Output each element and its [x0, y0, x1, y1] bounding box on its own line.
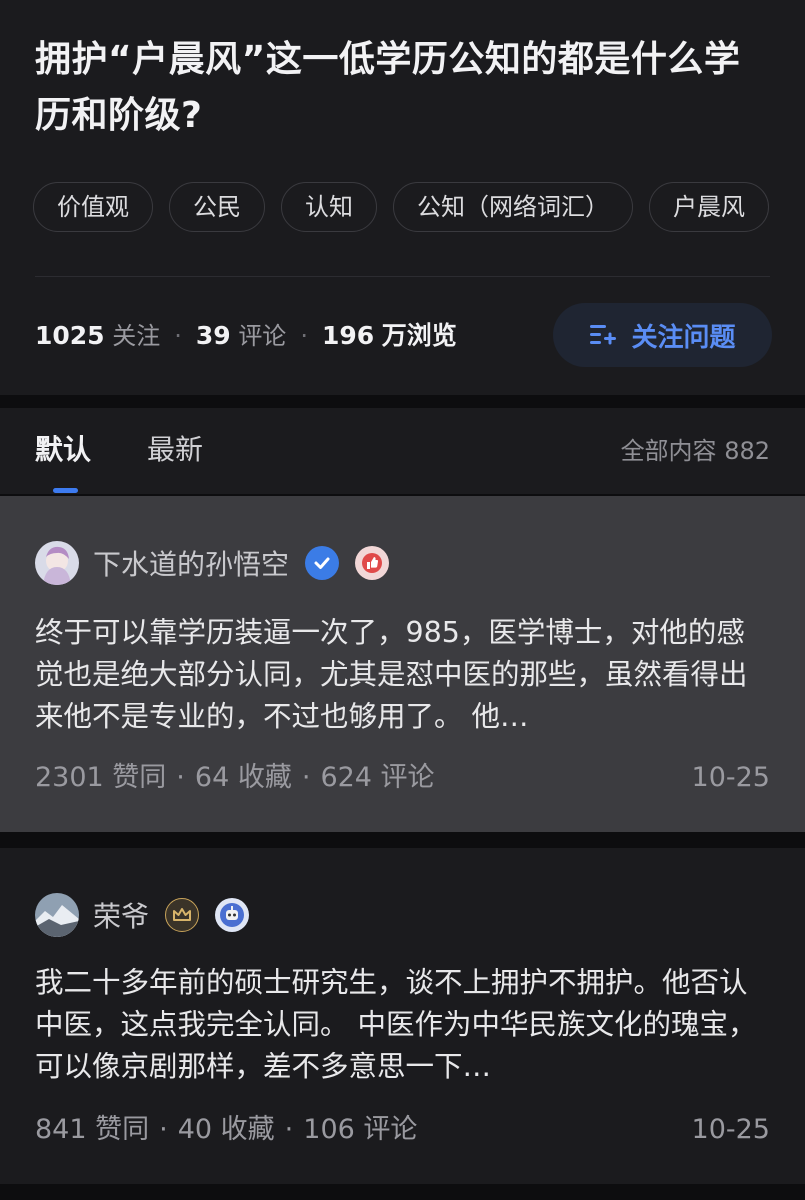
upvote-count: 841 赞同 [35, 1114, 150, 1145]
thumb-up-badge-icon [355, 546, 390, 580]
divider [35, 276, 770, 277]
answer-author[interactable]: 下水道的孙悟空 [35, 540, 390, 586]
topic-tag[interactable]: 公民 [169, 182, 265, 232]
author-name[interactable]: 荣爷 [93, 895, 149, 935]
separator-dot: · [174, 322, 182, 350]
answer-card[interactable]: 荣爷 我二十多年前的硕士研究生，谈不上拥护不拥护。他否认中医，这点我完全认同。 … [0, 848, 805, 1184]
topic-tag[interactable]: 户晨风 [649, 182, 769, 232]
robot-badge-icon [215, 898, 250, 932]
answer-date: 10-25 [691, 762, 770, 793]
topic-tag[interactable]: 价值观 [33, 182, 153, 232]
separator-dot: · [284, 1114, 294, 1145]
all-content-count: 全部内容 882 [620, 437, 770, 465]
followers-label: 关注 [112, 322, 161, 350]
views-count: 196 [321, 321, 375, 350]
separator-dot: · [159, 1114, 168, 1145]
views-label: 万浏览 [381, 321, 457, 350]
question-title[interactable]: 拥护“户晨风”这一低学历公知的都是什么学历和阶级? [35, 32, 770, 144]
active-tab-indicator [53, 488, 78, 493]
question-header: 拥护“户晨风”这一低学历公知的都是什么学历和阶级? 价值观 公民 认知 公知（网络词汇… [0, 0, 805, 395]
avatar[interactable] [35, 541, 79, 585]
favorite-count: 40 收藏 [177, 1114, 275, 1145]
topic-tags: 价值观 公民 认知 公知（网络词汇） 户晨风 [33, 182, 805, 234]
comments-label[interactable]: 评论 [238, 322, 286, 350]
follow-question-button[interactable]: 关注问题 [553, 303, 772, 367]
comments-count: 39 [195, 321, 231, 350]
answer-meta: 841 赞同 · 40 收藏 · 106 评论 [35, 1110, 417, 1150]
crown-badge-icon [165, 898, 200, 932]
topic-tag[interactable]: 认知 [281, 182, 377, 232]
answer-meta: 2301 赞同 · 64 收藏 · 624 评论 [35, 758, 435, 798]
follow-question-label: 关注问题 [631, 322, 736, 353]
separator-dot: · [176, 762, 185, 793]
tab-default[interactable]: 默认 [35, 430, 91, 470]
upvote-count: 2301 赞同 [35, 762, 167, 793]
author-name[interactable]: 下水道的孙悟空 [93, 543, 289, 583]
followers-count: 1025 [35, 321, 105, 350]
add-list-icon [590, 325, 617, 345]
answer-author[interactable]: 荣爷 [35, 892, 250, 938]
answer-date: 10-25 [691, 1114, 770, 1145]
avatar[interactable] [35, 893, 79, 937]
separator-dot: · [300, 322, 308, 350]
verified-check-icon [305, 546, 340, 580]
topic-tag[interactable]: 公知（网络词汇） [393, 182, 633, 232]
favorite-count: 64 收藏 [194, 762, 292, 793]
comment-count: 106 评论 [303, 1114, 418, 1145]
tab-latest[interactable]: 最新 [147, 430, 203, 470]
answer-sort-tabs: 默认 最新 全部内容 882 [0, 408, 805, 494]
question-stats: 1025 关注 · 39 评论 · 196 万浏览 [35, 316, 457, 356]
answer-card[interactable]: 下水道的孙悟空 终于可以靠学历装逼一次了，985，医学博士，对他的感觉也是绝大部… [0, 496, 805, 832]
answer-excerpt[interactable]: 终于可以靠学历装逼一次了，985，医学博士，对他的感觉也是绝大部分认同，尤其是怼… [35, 612, 770, 738]
answer-excerpt[interactable]: 我二十多年前的硕士研究生，谈不上拥护不拥护。他否认中医，这点我完全认同。 中医作… [35, 962, 770, 1088]
separator-dot: · [301, 762, 311, 793]
comment-count: 624 评论 [320, 762, 435, 793]
